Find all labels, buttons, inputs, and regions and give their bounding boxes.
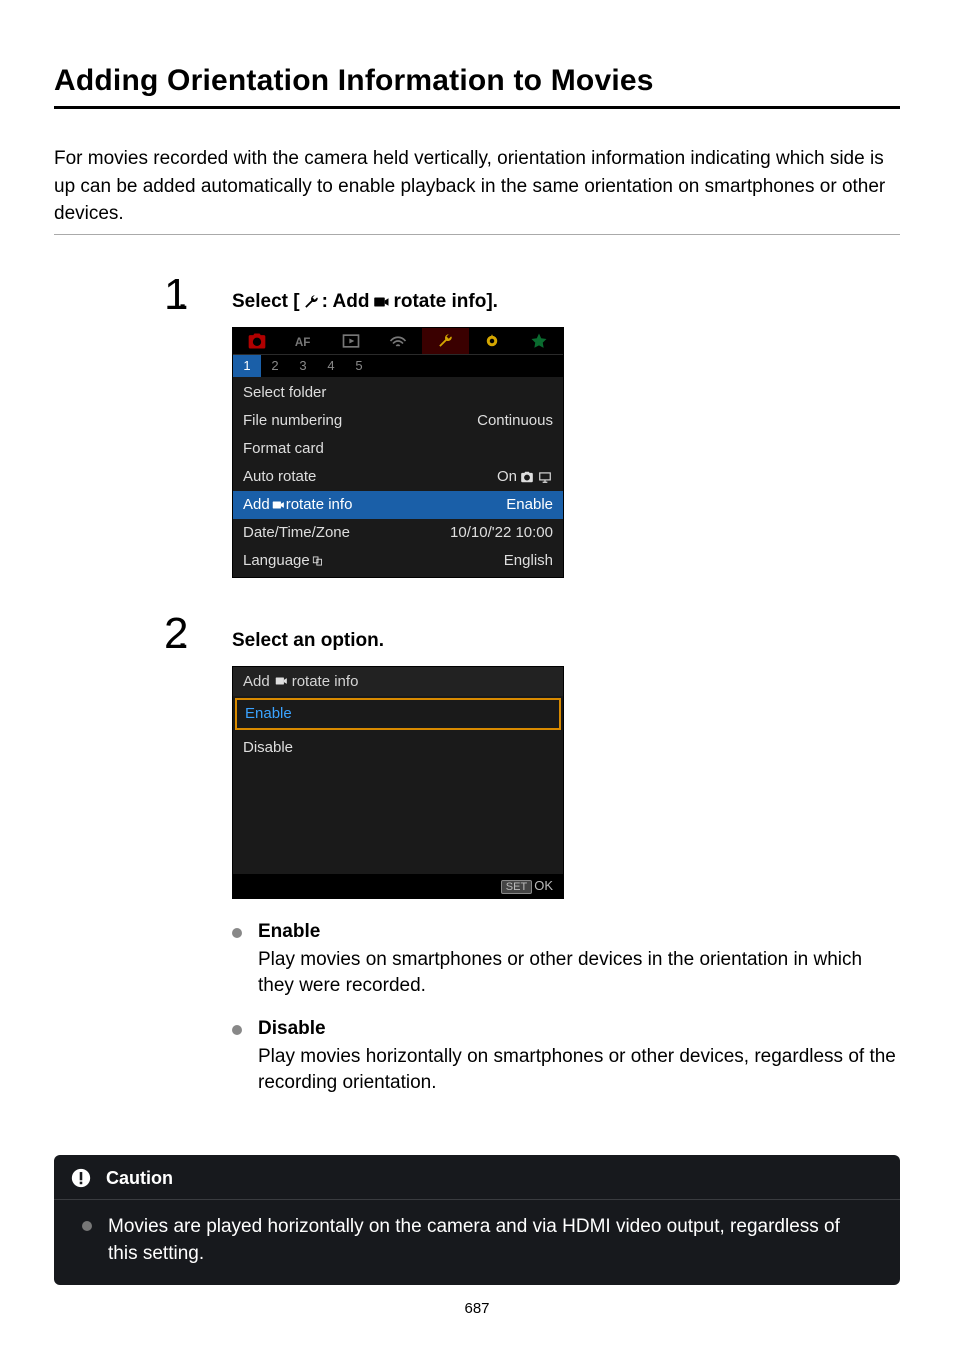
subtab-3[interactable]: 3 — [289, 355, 317, 377]
bullet-disable-text: Play movies horizontally on smartphones … — [258, 1044, 900, 1097]
monitor-icon — [537, 470, 553, 484]
intro-rule — [54, 234, 900, 235]
bullet-dot-icon — [232, 1025, 242, 1035]
bullet-disable-title: Disable — [258, 1018, 900, 1040]
menu-language[interactable]: Language English — [233, 547, 563, 575]
movie-icon — [272, 674, 290, 688]
subtab-5[interactable]: 5 — [345, 355, 373, 377]
menu-auto-rotate[interactable]: Auto rotate On — [233, 463, 563, 491]
bullet-enable-title: Enable — [258, 921, 900, 943]
wrench-icon — [302, 293, 320, 311]
step-2-title: Select an option. — [232, 630, 900, 652]
camera-menu-screenshot: 1 2 3 4 5 Select folder File numberingCo… — [232, 327, 564, 578]
option-disable[interactable]: Disable — [233, 732, 563, 764]
bullet-enable: Enable Play movies on smartphones or oth… — [232, 921, 900, 1000]
menu-list: Select folder File numberingContinuous F… — [233, 377, 563, 577]
subtab-2[interactable]: 2 — [261, 355, 289, 377]
tab-mymenu[interactable] — [516, 328, 563, 354]
step-1-number: 1. — [164, 273, 226, 317]
language-icon — [310, 554, 326, 568]
camera-icon — [519, 470, 535, 484]
step-2: 2. Select an option. Add rotate info Ena… — [164, 618, 900, 1115]
bullet-disable: Disable Play movies horizontally on smar… — [232, 1018, 900, 1097]
set-button-label: SET — [501, 880, 532, 894]
tab-shoot[interactable] — [233, 328, 280, 354]
step-1-title: Select [ : Add rotate info]. — [232, 291, 900, 313]
tab-custom[interactable] — [469, 328, 516, 354]
menu-add-rotate-info[interactable]: Add rotate info Enable — [233, 491, 563, 519]
tab-play[interactable] — [327, 328, 374, 354]
tab-setup[interactable] — [422, 328, 469, 354]
step-1: 1. Select [ : Add rotate info]. — [164, 279, 900, 578]
caution-text: Movies are played horizontally on the ca… — [108, 1214, 872, 1267]
menu-file-numbering[interactable]: File numberingContinuous — [233, 407, 563, 435]
movie-icon — [270, 498, 286, 512]
option-select-screenshot: Add rotate info Enable Disable SETOK — [232, 666, 564, 899]
menu-tab-bar — [233, 328, 563, 354]
caution-icon — [70, 1167, 92, 1189]
movie-icon — [371, 293, 391, 311]
title-rule — [54, 106, 900, 109]
menu-date-time-zone[interactable]: Date/Time/Zone10/10/'22 10:00 — [233, 519, 563, 547]
bullet-enable-text: Play movies on smartphones or other devi… — [258, 947, 900, 1000]
caution-title: Caution — [106, 1168, 173, 1189]
option-enable[interactable]: Enable — [235, 698, 561, 730]
intro-text: For movies recorded with the camera held… — [54, 145, 900, 228]
subtab-4[interactable]: 4 — [317, 355, 345, 377]
caution-box: Caution Movies are played horizontally o… — [54, 1155, 900, 1285]
menu-select-folder[interactable]: Select folder — [233, 379, 563, 407]
tab-af[interactable] — [280, 328, 327, 354]
tab-wireless[interactable] — [374, 328, 421, 354]
option-screen-header: Add rotate info — [233, 667, 563, 696]
menu-format-card[interactable]: Format card — [233, 435, 563, 463]
step-2-number: 2. — [164, 612, 226, 656]
page-number: 687 — [0, 1300, 954, 1317]
option-screen-footer: SETOK — [233, 874, 563, 898]
bullet-dot-icon — [82, 1221, 92, 1231]
bullet-dot-icon — [232, 928, 242, 938]
subtab-1[interactable]: 1 — [233, 355, 261, 377]
page-title: Adding Orientation Information to Movies — [54, 64, 900, 98]
menu-subtab-bar: 1 2 3 4 5 — [233, 354, 563, 377]
